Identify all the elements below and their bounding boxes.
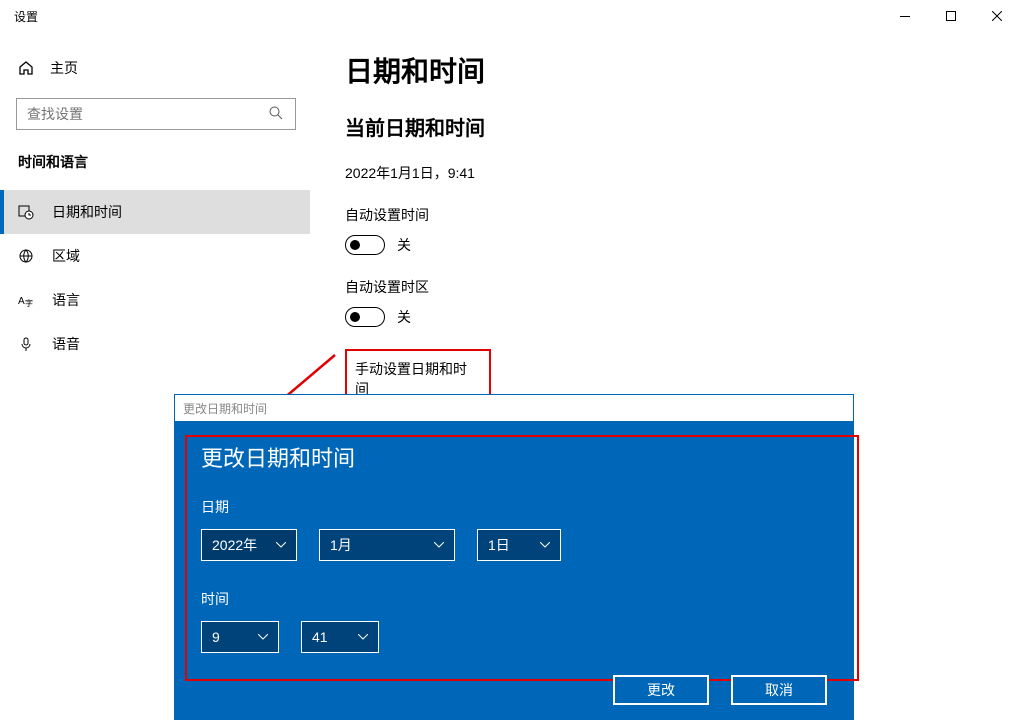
hour-select[interactable]: 9 <box>201 621 279 653</box>
dialog-heading: 更改日期和时间 <box>201 441 827 473</box>
current-dt-heading: 当前日期和时间 <box>345 112 1000 141</box>
auto-tz-state: 关 <box>397 307 411 327</box>
chevron-down-icon <box>276 542 286 548</box>
sidebar-item-date-time[interactable]: 日期和时间 <box>0 190 310 234</box>
maximize-button[interactable] <box>928 0 974 32</box>
current-dt-value: 2022年1月1日，9:41 <box>345 163 1000 183</box>
dialog-ok-button[interactable]: 更改 <box>613 675 709 705</box>
sidebar-item-speech[interactable]: 语音 <box>0 322 310 366</box>
chevron-down-icon <box>358 634 368 640</box>
date-label: 日期 <box>201 497 827 517</box>
auto-time-label: 自动设置时间 <box>345 205 1000 225</box>
manual-set-label: 手动设置日期和时间 <box>355 359 479 399</box>
sidebar-item-label: 语音 <box>52 334 80 354</box>
hour-value: 9 <box>212 629 220 645</box>
window-title: 设置 <box>14 8 38 25</box>
minute-select[interactable]: 41 <box>301 621 379 653</box>
microphone-icon <box>18 336 34 352</box>
change-dt-dialog: 更改日期和时间 更改日期和时间 日期 2022年 1月 1日 时间 9 41 更… <box>174 394 854 720</box>
sidebar-item-label: 语言 <box>52 290 80 310</box>
sidebar-item-region[interactable]: 区域 <box>0 234 310 278</box>
search-icon <box>268 105 284 121</box>
chevron-down-icon <box>434 542 444 548</box>
dialog-titlebar: 更改日期和时间 <box>175 395 853 421</box>
year-select[interactable]: 2022年 <box>201 529 297 561</box>
auto-time-state: 关 <box>397 235 411 255</box>
svg-text:A: A <box>18 296 25 307</box>
calendar-clock-icon <box>18 204 34 220</box>
close-button[interactable] <box>974 0 1020 32</box>
sidebar-item-label: 日期和时间 <box>52 202 122 222</box>
chevron-down-icon <box>540 542 550 548</box>
time-label: 时间 <box>201 589 827 609</box>
search-input[interactable] <box>16 98 296 130</box>
sidebar-item-language[interactable]: A字 语言 <box>0 278 310 322</box>
language-icon: A字 <box>18 292 34 308</box>
auto-tz-label: 自动设置时区 <box>345 277 1000 297</box>
globe-icon <box>18 248 34 264</box>
page-title: 日期和时间 <box>345 50 1000 90</box>
chevron-down-icon <box>258 634 268 640</box>
month-value: 1月 <box>330 535 352 555</box>
sidebar-item-label: 区域 <box>52 246 80 266</box>
svg-text:字: 字 <box>25 298 33 308</box>
day-value: 1日 <box>488 535 510 555</box>
dialog-cancel-button[interactable]: 取消 <box>731 675 827 705</box>
auto-time-toggle[interactable] <box>345 235 385 255</box>
sidebar-section-title: 时间和语言 <box>0 148 310 190</box>
month-select[interactable]: 1月 <box>319 529 455 561</box>
auto-tz-toggle[interactable] <box>345 307 385 327</box>
sidebar-home[interactable]: 主页 <box>0 48 310 88</box>
year-value: 2022年 <box>212 535 257 555</box>
sidebar-home-label: 主页 <box>50 58 78 78</box>
home-icon <box>18 60 34 76</box>
day-select[interactable]: 1日 <box>477 529 561 561</box>
minimize-button[interactable] <box>882 0 928 32</box>
minute-value: 41 <box>312 629 328 645</box>
